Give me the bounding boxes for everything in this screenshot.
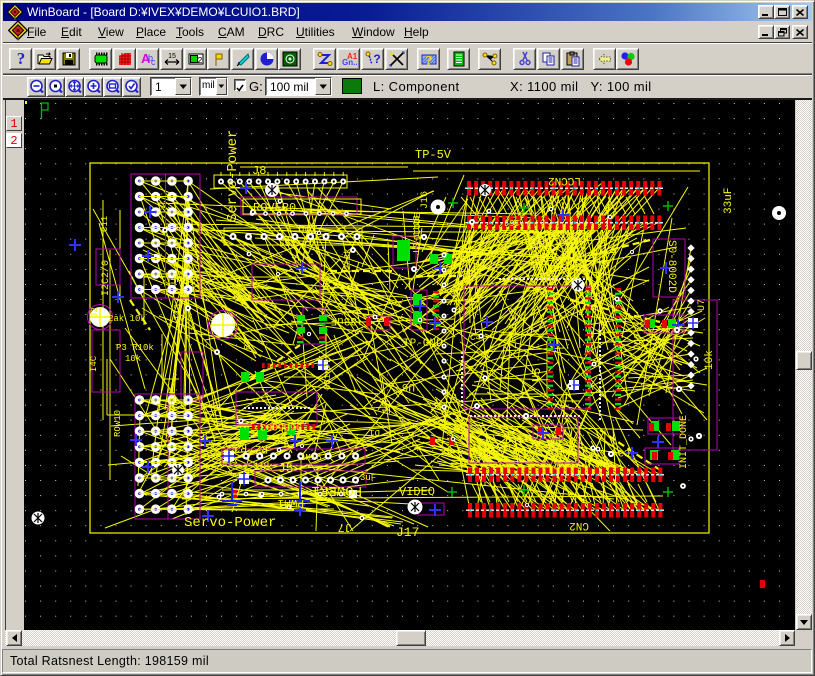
svg-text:1M15: 1M15: [300, 453, 322, 463]
svg-text:T13: T13: [173, 304, 183, 320]
svg-text:LCCN2: LCCN2: [548, 174, 581, 186]
svg-text:C7: C7: [553, 459, 563, 470]
svg-text:P3 R10k: P3 R10k: [116, 343, 154, 353]
svg-text:Servo-Power: Servo-Power: [184, 515, 276, 531]
svg-text:JU6: JU6: [633, 334, 643, 350]
svg-text:2ak 10k: 2ak 10k: [108, 314, 146, 324]
svg-text:D6B5003: D6B5003: [260, 420, 302, 431]
svg-text:PWM1: PWM1: [277, 496, 304, 508]
svg-text:L9-1118: L9-1118: [412, 215, 422, 253]
svg-text:I2C2/0: I2C2/0: [100, 260, 112, 296]
svg-text:C3: C3: [618, 446, 630, 457]
svg-text:10k: 10k: [125, 354, 141, 364]
svg-text:J2: J2: [90, 307, 100, 318]
svg-text:U7: U7: [697, 299, 708, 311]
svg-text:33uF: 33uF: [170, 272, 196, 284]
svg-text:8S1u7L: 8S1u7L: [323, 358, 333, 390]
svg-text:10u: 10u: [298, 222, 318, 234]
svg-text:ROW10: ROW10: [113, 410, 123, 437]
svg-text:16: 16: [503, 438, 514, 450]
svg-text:ROVER0: ROVER0: [253, 201, 296, 215]
svg-text:J5: J5: [278, 461, 294, 476]
svg-text:10k: 10k: [253, 462, 273, 474]
svg-text:C4: C4: [470, 333, 481, 343]
svg-text:CN2: CN2: [569, 519, 589, 531]
svg-text:2R1K1: 2R1K1: [508, 316, 520, 349]
svg-text:U6: U6: [402, 380, 415, 392]
svg-text:R7: R7: [243, 339, 253, 350]
svg-text:33uF: 33uF: [168, 388, 179, 412]
svg-text:33uF: 33uF: [331, 314, 357, 326]
svg-text:R9: R9: [599, 257, 610, 267]
svg-text:2.2k: 2.2k: [343, 248, 353, 270]
svg-text:D1: D1: [369, 427, 380, 437]
svg-text:?: ?: [425, 54, 432, 67]
svg-text:?: ?: [16, 51, 25, 67]
svg-text:2: 2: [197, 56, 202, 66]
svg-text:R2: R2: [234, 441, 247, 453]
svg-text:J7: J7: [338, 520, 352, 534]
svg-text:16J: 16J: [504, 217, 520, 227]
svg-text:10k: 10k: [704, 350, 716, 370]
svg-text:3uF: 3uF: [360, 473, 376, 483]
svg-text:VIDEO: VIDEO: [399, 485, 435, 499]
svg-text:15: 15: [168, 53, 176, 60]
svg-text:INIT_DONE: INIT_DONE: [679, 415, 690, 469]
svg-text:?: ?: [373, 52, 380, 66]
svg-text:I4C: I4C: [89, 355, 99, 372]
svg-text:R5: R5: [323, 279, 333, 290]
svg-text:B9: B9: [279, 237, 290, 247]
svg-text:C11: C11: [100, 216, 110, 232]
svg-text:15: 15: [380, 400, 394, 414]
svg-text:Gn..: Gn..: [342, 58, 357, 67]
svg-text:TP-5V: TP-5V: [415, 148, 452, 162]
svg-text:c: c: [151, 57, 156, 67]
svg-text:S0-8002D: S0-8002D: [665, 240, 677, 293]
svg-text:33uF: 33uF: [723, 188, 735, 214]
svg-text:R2: R2: [255, 442, 268, 454]
svg-text:10u: 10u: [473, 444, 483, 460]
svg-text:U5: U5: [530, 368, 544, 382]
svg-text:J4: J4: [233, 289, 243, 300]
svg-text:TP-GND: TP-GND: [403, 338, 443, 350]
svg-text:J8: J8: [252, 164, 266, 178]
svg-text:POWER1: POWER1: [312, 482, 362, 498]
svg-text:I6J RP5E4: I6J RP5E4: [506, 234, 560, 245]
svg-text:J16: J16: [420, 191, 431, 209]
svg-text:J17: J17: [396, 525, 419, 540]
svg-text:Servo-Power: Servo-Power: [225, 130, 241, 222]
